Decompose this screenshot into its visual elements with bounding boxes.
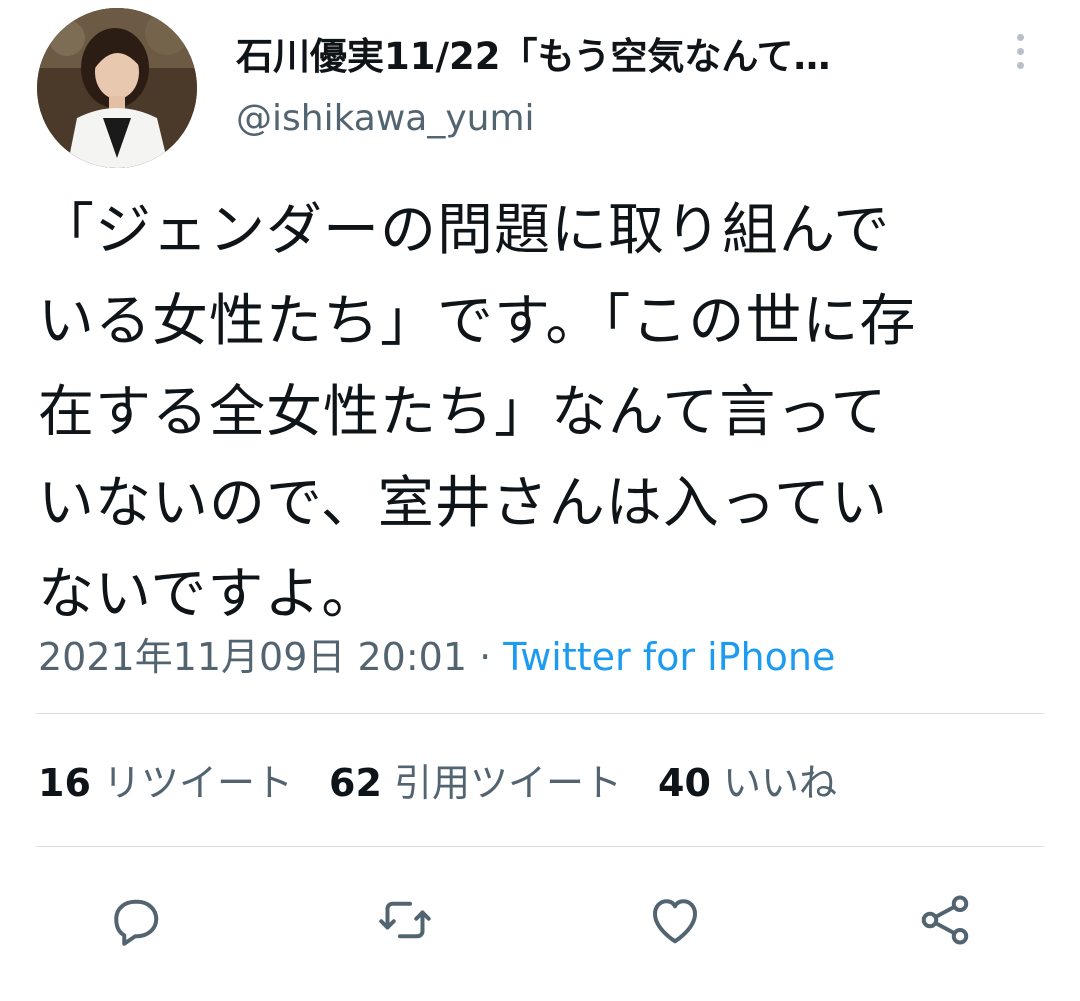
divider — [36, 713, 1044, 714]
tweet-text-line: 「ジェンダーの問題に取り組んで — [38, 198, 891, 263]
quote-count: 62 — [329, 761, 382, 805]
heart-icon[interactable] — [640, 880, 710, 960]
source-link[interactable]: Twitter for iPhone — [503, 635, 835, 679]
tweet-text-line: いる女性たち」です。「この世に存 — [38, 289, 917, 354]
retweet-label: リツイート — [102, 761, 293, 805]
tweet-text-line: 在する全女性たち」なんて言って — [38, 380, 888, 445]
more-vertical-icon[interactable] — [1000, 26, 1040, 76]
like-count: 40 — [658, 761, 711, 805]
avatar[interactable] — [37, 8, 197, 168]
tweet-text-line: いないので、室井さんは入ってい — [38, 471, 888, 536]
user-handle[interactable]: @ishikawa_yumi — [236, 98, 535, 139]
display-name[interactable]: 石川優実11/22「もう空気なんて… — [236, 26, 831, 80]
reply-icon[interactable] — [100, 880, 170, 960]
retweet-count: 16 — [38, 761, 91, 805]
timestamp[interactable]: 2021年11月09日 20:01 — [38, 635, 467, 679]
action-bar — [0, 880, 1080, 960]
like-stat[interactable]: 40 いいね — [658, 761, 837, 805]
tweet-text: 「ジェンダーの問題に取り組んで いる女性たち」です。「この世に存 在する全女性た… — [38, 185, 1048, 640]
like-label: いいね — [722, 761, 837, 805]
avatar-image — [37, 8, 197, 168]
engagement-stats: 16 リツイート 62 引用ツイート 40 いいね — [38, 752, 873, 807]
divider — [36, 846, 1044, 847]
quote-label: 引用ツイート — [393, 761, 622, 805]
retweet-stat[interactable]: 16 リツイート — [38, 761, 293, 805]
meta-separator: · — [479, 635, 492, 679]
tweet-meta: 2021年11月09日 20:01 · Twitter for iPhone — [38, 626, 835, 681]
retweet-icon[interactable] — [370, 880, 440, 960]
quote-stat[interactable]: 62 引用ツイート — [329, 761, 622, 805]
share-icon[interactable] — [910, 880, 980, 960]
tweet-detail: 石川優実11/22「もう空気なんて… @ishikawa_yumi 「ジェンダー… — [0, 0, 1080, 1001]
